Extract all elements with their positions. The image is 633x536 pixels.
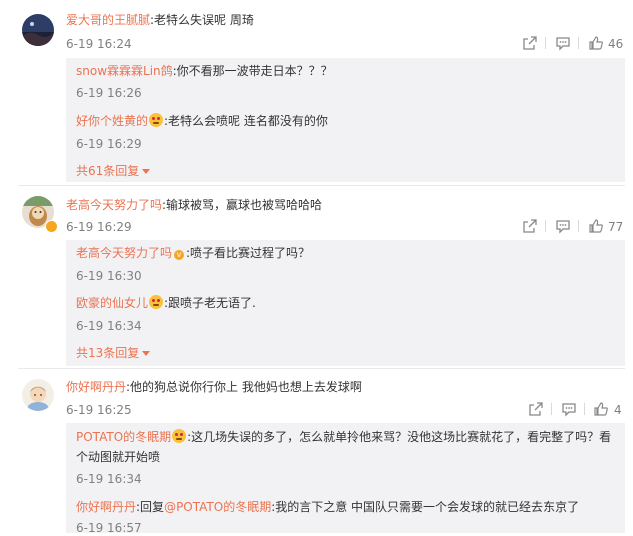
reply-text: 你好啊丹丹:回复@POTATO的冬眠期:我的言下之意 中国队只需要一个会发球的就… xyxy=(76,499,579,515)
share-icon[interactable] xyxy=(522,35,538,51)
reply-username[interactable]: snow霖霖霖Lin鸽 xyxy=(76,64,173,78)
reply-text-continued: 个动图就开始喷 xyxy=(76,450,161,464)
more-replies-label: 共13条回复 xyxy=(76,346,140,360)
reply-username[interactable]: 欧豪的仙女儿 xyxy=(76,296,148,310)
reply-time: 6-19 16:29 xyxy=(76,137,142,151)
reply-username[interactable]: 老高今天努力了吗 xyxy=(76,246,172,260)
comment-text: 你好啊丹丹:他的狗总说你行你上 我他妈也想上去发球啊 xyxy=(66,379,362,395)
comment-username[interactable]: 老高今天努力了吗 xyxy=(66,198,162,212)
comment-username[interactable]: 爱大哥的王腻腻 xyxy=(66,13,150,27)
verified-badge-icon: v xyxy=(174,250,185,260)
divider xyxy=(545,37,546,49)
more-replies-label: 共61条回复 xyxy=(76,164,140,178)
divider xyxy=(18,368,625,369)
reply-text: POTATO的冬眠期 :这几场失误的多了，怎么就单拎他来骂？没他这场比赛就花了，看… xyxy=(76,429,611,445)
reply-time: 6-19 16:34 xyxy=(76,319,142,333)
reply-text: 老高今天努力了吗 v:喷子看比赛过程了吗？ xyxy=(76,245,310,261)
reply-body: :跟喷子老无语了. xyxy=(164,296,256,310)
like-count: 77 xyxy=(608,220,624,234)
reply-body: :这几场失误的多了，怎么就单拎他来骂？没他这场比赛就花了，看完整了吗？看 xyxy=(187,430,612,444)
comment-username[interactable]: 你好啊丹丹 xyxy=(66,380,126,394)
emoji-icon xyxy=(149,295,164,309)
mention-link[interactable]: @POTATO的冬眠期 xyxy=(164,500,271,514)
comment-time: 6-19 16:29 xyxy=(66,220,132,234)
comment-body: :他的狗总说你行你上 我他妈也想上去发球啊 xyxy=(126,380,362,394)
divider xyxy=(578,220,579,232)
reply-time: 6-19 16:30 xyxy=(76,269,142,283)
emoji-icon xyxy=(149,113,164,127)
share-icon[interactable] xyxy=(528,401,544,417)
reply-body-rest: :我的言下之意 中国队只需要一个会发球的就已经去东京了 xyxy=(271,500,580,514)
reply-username[interactable]: 好你个姓黄的 xyxy=(76,114,148,128)
reply-text: 欧豪的仙女儿 :跟喷子老无语了. xyxy=(76,295,256,311)
avatar[interactable] xyxy=(22,379,54,411)
reply-username[interactable]: 你好啊丹丹 xyxy=(76,500,136,514)
avatar[interactable] xyxy=(22,14,54,46)
more-replies-link[interactable]: 共13条回复 xyxy=(76,345,151,361)
avatar-image xyxy=(22,379,54,411)
divider xyxy=(578,37,579,49)
reply-text: 好你个姓黄的 :老特么会喷呢 连名都没有的你 xyxy=(76,113,328,129)
thumbs-up-icon[interactable] xyxy=(588,218,604,234)
comment-body: :输球被骂，赢球也被骂哈哈哈 xyxy=(162,198,323,212)
emoji-icon xyxy=(172,429,187,443)
comment-time: 6-19 16:24 xyxy=(66,37,132,51)
divider xyxy=(584,403,585,415)
like-count: 4 xyxy=(614,403,622,417)
reply-text: snow霖霖霖Lin鸽:你不看那一波带走日本？？？ xyxy=(76,63,333,79)
comment-icon[interactable] xyxy=(555,218,571,234)
thumbs-up-icon[interactable] xyxy=(593,401,609,417)
verified-badge-icon xyxy=(45,220,58,233)
avatar-image xyxy=(22,14,54,46)
comment-icon[interactable] xyxy=(555,35,571,51)
reply-time: 6-19 16:26 xyxy=(76,86,142,100)
comment-time: 6-19 16:25 xyxy=(66,403,132,417)
divider xyxy=(545,220,546,232)
comment-text: 老高今天努力了吗:输球被骂，赢球也被骂哈哈哈 xyxy=(66,197,322,213)
chevron-down-icon xyxy=(142,351,151,356)
comment-text: 爱大哥的王腻腻:老特么失误呢 周琦 xyxy=(66,12,254,28)
thumbs-up-icon[interactable] xyxy=(588,35,604,51)
reply-body: :老特么会喷呢 连名都没有的你 xyxy=(164,114,328,128)
reply-body: :你不看那一波带走日本？？？ xyxy=(172,64,333,78)
reply-body: :喷子看比赛过程了吗？ xyxy=(186,246,311,260)
chevron-down-icon xyxy=(142,169,151,174)
comment-icon[interactable] xyxy=(561,401,577,417)
comment-body: :老特么失误呢 周琦 xyxy=(150,13,254,27)
more-replies-link[interactable]: 共61条回复 xyxy=(76,163,151,179)
reply-time: 6-19 16:34 xyxy=(76,472,142,486)
like-count: 46 xyxy=(608,37,624,51)
reply-username[interactable]: POTATO的冬眠期 xyxy=(76,430,171,444)
divider xyxy=(18,185,625,186)
divider xyxy=(551,403,552,415)
reply-body: :回复 xyxy=(136,500,165,514)
reply-time: 6-19 16:57 xyxy=(76,521,142,535)
share-icon[interactable] xyxy=(522,218,538,234)
